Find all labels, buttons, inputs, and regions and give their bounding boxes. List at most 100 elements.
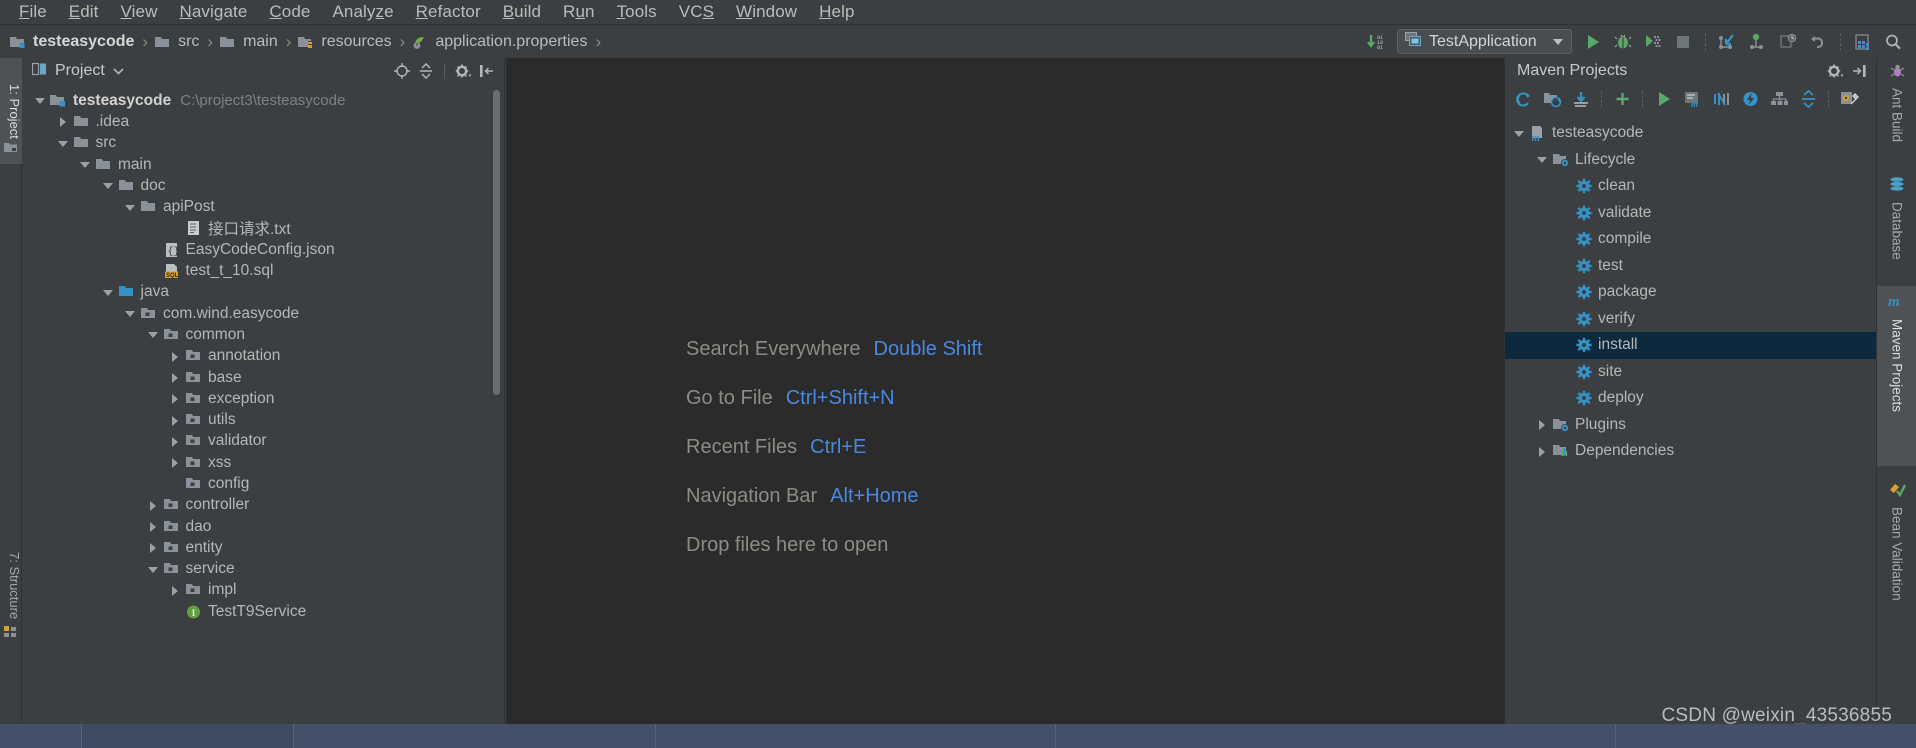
tree-row[interactable]: Plugins xyxy=(1505,412,1876,439)
tree-row[interactable]: validate xyxy=(1505,200,1876,227)
chevron-down-icon[interactable] xyxy=(57,137,70,150)
breadcrumb-item-application-properties[interactable]: application.properties xyxy=(412,33,587,51)
tree-row[interactable]: {} EasyCodeConfig.json xyxy=(22,239,504,260)
chevron-right-icon[interactable] xyxy=(169,350,182,363)
tree-row[interactable]: src xyxy=(22,133,504,154)
chevron-down-icon[interactable] xyxy=(124,307,137,320)
tree-row[interactable]: common xyxy=(22,324,504,345)
chevron-down-icon[interactable] xyxy=(124,201,137,214)
generate-sources-icon[interactable] xyxy=(1538,86,1566,112)
tree-row[interactable]: main xyxy=(22,154,504,175)
menu-item-run[interactable]: Run xyxy=(552,0,606,24)
commit-icon[interactable] xyxy=(1743,29,1773,55)
chevron-right-icon[interactable] xyxy=(147,541,160,554)
taskbar-item-2[interactable] xyxy=(294,724,656,748)
menu-item-refactor[interactable]: Refactor xyxy=(405,0,492,24)
chevron-right-icon[interactable] xyxy=(147,499,160,512)
tree-row[interactable]: install xyxy=(1505,332,1876,359)
chevron-down-icon[interactable] xyxy=(34,94,47,107)
tree-row[interactable]: site xyxy=(1505,359,1876,386)
maven-tree[interactable]: m testeasycode Lifecycle clean validate compi… xyxy=(1505,114,1876,465)
menu-item-file[interactable]: File xyxy=(8,0,58,24)
taskbar-item-3[interactable] xyxy=(656,724,1056,748)
tree-row[interactable]: package xyxy=(1505,279,1876,306)
chevron-right-icon[interactable] xyxy=(169,392,182,405)
execute-goal-icon[interactable]: m xyxy=(1678,86,1706,112)
tree-row[interactable]: deploy xyxy=(1505,385,1876,412)
tree-row[interactable]: .idea xyxy=(22,111,504,132)
project-scrollbar[interactable] xyxy=(493,90,500,395)
search-icon[interactable] xyxy=(1878,29,1908,55)
os-taskbar[interactable] xyxy=(0,724,1916,748)
tree-row[interactable]: verify xyxy=(1505,306,1876,333)
sidebar-item-ant-build[interactable]: Ant Build xyxy=(1877,58,1916,150)
tree-row[interactable]: impl xyxy=(22,580,504,601)
menu-item-view[interactable]: View xyxy=(110,0,169,24)
chevron-down-icon[interactable] xyxy=(102,286,115,299)
chevron-right-icon[interactable] xyxy=(57,115,70,128)
breadcrumb-item-testeasycode[interactable]: testeasycode xyxy=(10,33,134,51)
editor-empty-area[interactable]: Search Everywhere Double Shift Go to File C… xyxy=(506,58,1504,736)
menu-item-analyze[interactable]: Analyze xyxy=(321,0,404,24)
run-icon[interactable] xyxy=(1578,29,1608,55)
project-view-chevron-icon[interactable] xyxy=(113,62,124,80)
hide-panel-icon[interactable] xyxy=(476,61,498,81)
chevron-down-icon[interactable] xyxy=(1553,38,1563,45)
collapse-all-icon[interactable] xyxy=(1794,86,1822,112)
taskbar-start[interactable] xyxy=(0,724,82,748)
add-maven-project-icon[interactable] xyxy=(1608,86,1636,112)
undo-icon[interactable] xyxy=(1803,29,1833,55)
tree-row[interactable]: xss xyxy=(22,452,504,473)
tree-row[interactable]: testeasycode C:\project3\testeasycode xyxy=(22,90,504,111)
tree-row[interactable]: config xyxy=(22,473,504,494)
toggle-skip-tests-icon[interactable] xyxy=(1707,86,1735,112)
sidebar-item-maven-projects[interactable]: m Maven Projects xyxy=(1877,286,1916,466)
chevron-right-icon[interactable] xyxy=(169,371,182,384)
tree-row[interactable]: service xyxy=(22,559,504,580)
maven-settings-icon[interactable] xyxy=(1835,86,1863,112)
tree-row[interactable]: utils xyxy=(22,409,504,430)
chevron-down-icon[interactable] xyxy=(1536,153,1549,166)
menu-item-build[interactable]: Build xyxy=(492,0,552,24)
locate-icon[interactable] xyxy=(391,61,413,81)
chevron-down-icon[interactable] xyxy=(1513,127,1526,140)
chevron-right-icon[interactable] xyxy=(169,456,182,469)
sidebar-item-database[interactable]: Database xyxy=(1877,171,1916,268)
chevron-right-icon[interactable] xyxy=(1536,445,1549,458)
chevron-right-icon[interactable] xyxy=(169,435,182,448)
update-project-icon[interactable]: 01 10 01 xyxy=(1363,29,1393,55)
chevron-down-icon[interactable] xyxy=(147,328,160,341)
chevron-right-icon[interactable] xyxy=(1536,418,1549,431)
settings-icon[interactable] xyxy=(1848,29,1878,55)
menu-item-help[interactable]: Help xyxy=(808,0,865,24)
run-with-coverage-icon[interactable] xyxy=(1638,29,1668,55)
download-sources-icon[interactable] xyxy=(1567,86,1595,112)
tree-row[interactable]: controller xyxy=(22,495,504,516)
menu-item-vcs[interactable]: VCS xyxy=(668,0,725,24)
tree-row[interactable]: SQL test_t_10.sql xyxy=(22,260,504,281)
tree-row[interactable]: 接口请求.txt xyxy=(22,218,504,239)
menu-item-tools[interactable]: Tools xyxy=(606,0,668,24)
toggle-offline-icon[interactable] xyxy=(1736,86,1764,112)
tree-row[interactable]: java xyxy=(22,282,504,303)
reimport-icon[interactable] xyxy=(1509,86,1537,112)
tree-row[interactable]: apiPost xyxy=(22,196,504,217)
chevron-right-icon[interactable] xyxy=(147,520,160,533)
sidebar-item-bean-validation[interactable]: Bean Validation xyxy=(1877,476,1916,609)
project-tree[interactable]: testeasycode C:\project3\testeasycode .ide… xyxy=(22,84,504,622)
tree-row[interactable]: entity xyxy=(22,537,504,558)
debug-icon[interactable] xyxy=(1608,29,1638,55)
run-configuration-selector[interactable]: TestApplication xyxy=(1397,29,1572,54)
vcs-history-icon[interactable] xyxy=(1773,29,1803,55)
chevron-down-icon[interactable] xyxy=(79,158,92,171)
run-maven-build-icon[interactable] xyxy=(1649,86,1677,112)
stop-icon[interactable] xyxy=(1668,29,1698,55)
menu-item-window[interactable]: Window xyxy=(725,0,808,24)
chevron-right-icon[interactable] xyxy=(169,414,182,427)
gear-icon[interactable] xyxy=(452,61,474,81)
taskbar-item-1[interactable] xyxy=(82,724,294,748)
taskbar-item-4[interactable] xyxy=(1056,724,1616,748)
tree-row[interactable]: I TestT9Service xyxy=(22,601,504,622)
tree-row[interactable]: com.wind.easycode xyxy=(22,303,504,324)
tree-row[interactable]: Dependencies xyxy=(1505,438,1876,465)
